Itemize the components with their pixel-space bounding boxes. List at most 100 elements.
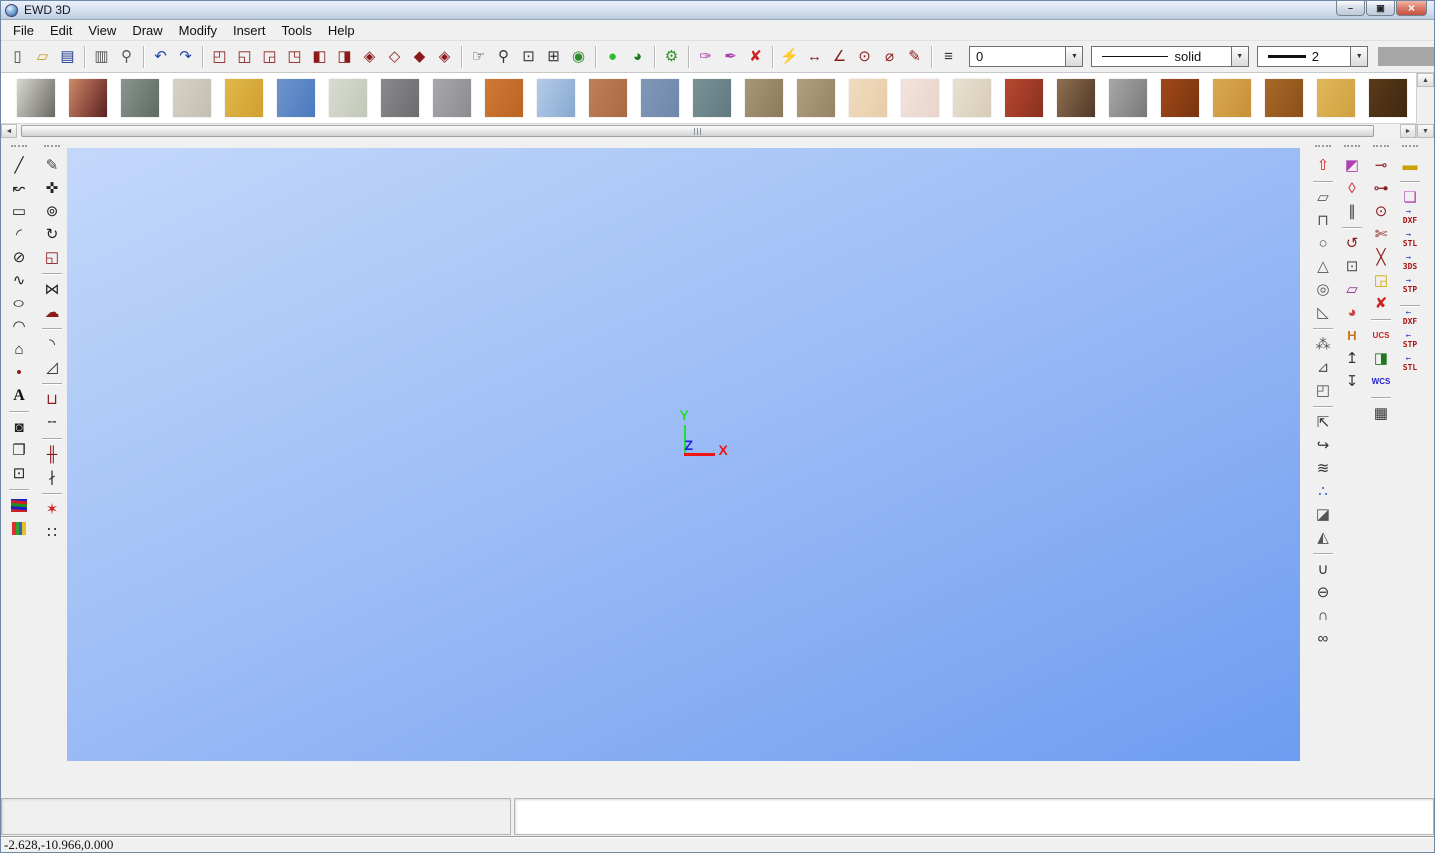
boolean-interfere-button[interactable]: ∞ xyxy=(1311,627,1335,650)
import-stp-button[interactable]: STP xyxy=(1398,333,1422,356)
texture-hscrollbar[interactable]: ◄ ► xyxy=(1,123,1416,138)
snap-center-button[interactable]: ⊙ xyxy=(1369,200,1393,223)
draw-text-button[interactable]: A xyxy=(7,384,31,407)
view-bottom-button[interactable]: ◨ xyxy=(332,45,357,69)
copy-object-button[interactable]: ❐ xyxy=(7,439,31,462)
snap-nearest-button[interactable]: ✄ xyxy=(1369,223,1393,246)
solid-pyramid-button[interactable]: ⊿ xyxy=(1311,356,1335,379)
menu-insert[interactable]: Insert xyxy=(225,21,274,40)
toolbar-grip[interactable] xyxy=(44,145,60,149)
measure-ruler-button[interactable]: ▬ xyxy=(1398,154,1422,177)
undo-button[interactable]: ↶ xyxy=(148,45,173,69)
scale-button[interactable]: ◱ xyxy=(40,246,64,269)
texture-light-oak[interactable] xyxy=(1213,79,1251,117)
draw-rectangle-button[interactable]: ▭ xyxy=(7,200,31,223)
layer-combo-dropdown-icon[interactable]: ▼ xyxy=(1065,47,1082,66)
solid-cylinder-button[interactable]: ⊓ xyxy=(1311,209,1335,232)
layers-button[interactable]: ≡ xyxy=(936,45,961,69)
solid-wedge-button[interactable]: ◺ xyxy=(1311,301,1335,324)
view-front-button[interactable]: ◈ xyxy=(357,45,382,69)
snap-boolean-button[interactable]: ◲ xyxy=(1369,269,1393,292)
scroll-left-icon[interactable]: ◄ xyxy=(1,124,17,138)
viewport-3d[interactable]: Y X Z xyxy=(67,148,1300,761)
texture-linen[interactable] xyxy=(173,79,211,117)
toolbar-grip[interactable] xyxy=(1373,145,1389,149)
texture-walnut-planks[interactable] xyxy=(1369,79,1407,117)
dim-linear-button[interactable]: ↔ xyxy=(802,45,827,69)
zoom-extents-button[interactable]: ⊞ xyxy=(541,45,566,69)
texture-copper[interactable] xyxy=(69,79,107,117)
solid-sphere-button[interactable]: ○ xyxy=(1311,232,1335,255)
scroll-right-icon[interactable]: ► xyxy=(1400,124,1416,138)
view-iso-nw-button[interactable]: ◳ xyxy=(282,45,307,69)
folder-export-button[interactable]: ↥ xyxy=(1340,347,1364,370)
save-file-button[interactable]: ▤ xyxy=(55,45,80,69)
select-window-button[interactable]: ⊡ xyxy=(7,462,31,485)
extrude-pull-button[interactable]: ⇧ xyxy=(1311,154,1335,177)
texture-granite-light[interactable] xyxy=(433,79,471,117)
texture-tan-weave[interactable] xyxy=(745,79,783,117)
texture-teal-weave[interactable] xyxy=(693,79,731,117)
toolbar-grip[interactable] xyxy=(11,145,27,149)
texture-terracotta[interactable] xyxy=(485,79,523,117)
polysolid-button[interactable]: ∴ xyxy=(1311,480,1335,503)
draw-point-button[interactable]: • xyxy=(7,361,31,384)
scroll-down-icon[interactable]: ▼ xyxy=(1417,124,1434,138)
texture-granite-dark[interactable] xyxy=(381,79,419,117)
snap-off-button[interactable]: ✘ xyxy=(1369,292,1393,315)
dimension-style-button[interactable]: ⊔ xyxy=(40,388,64,411)
select-pointer-button[interactable]: ☞ xyxy=(466,45,491,69)
menu-tools[interactable]: Tools xyxy=(273,21,319,40)
menu-edit[interactable]: Edit xyxy=(42,21,80,40)
erase-button[interactable]: ✎ xyxy=(40,154,64,177)
menu-view[interactable]: View xyxy=(80,21,124,40)
texture-pink-marble[interactable] xyxy=(901,79,939,117)
texture-blue-marble[interactable] xyxy=(537,79,575,117)
render-smooth-button[interactable]: ● xyxy=(600,45,625,69)
material-copy-button[interactable]: ✒ xyxy=(718,45,743,69)
toolbar-grip[interactable] xyxy=(1402,145,1418,149)
hatch-button[interactable] xyxy=(7,494,31,517)
texture-clay-marble[interactable] xyxy=(589,79,627,117)
texture-medium-wood[interactable] xyxy=(1265,79,1303,117)
print-preview-button[interactable]: ⚲ xyxy=(114,45,139,69)
texture-red-brick[interactable] xyxy=(1005,79,1043,117)
texture-blue-gray-stone[interactable] xyxy=(641,79,679,117)
texture-pale-wood[interactable] xyxy=(1317,79,1355,117)
orbit-button[interactable]: ◉ xyxy=(566,45,591,69)
draw-polygon-button[interactable]: ⌂ xyxy=(7,338,31,361)
view-top-button[interactable]: ◧ xyxy=(307,45,332,69)
render-shaded-button[interactable]: ◕ xyxy=(625,45,650,69)
solid-torus-button[interactable]: ◎ xyxy=(1311,278,1335,301)
zoom-window-button[interactable]: ⊡ xyxy=(516,45,541,69)
menu-file[interactable]: File xyxy=(5,21,42,40)
texture-blue-paint[interactable] xyxy=(277,79,315,117)
grid-settings-button[interactable]: ▦ xyxy=(1369,402,1393,425)
texture-hscroll-thumb[interactable] xyxy=(21,125,1374,137)
fillet-button[interactable]: ◝ xyxy=(40,333,64,356)
draw-arc-button[interactable]: ◜ xyxy=(7,223,31,246)
solid-mesh-button[interactable]: ⁂ xyxy=(1311,333,1335,356)
mesh-surface-button[interactable]: ◊ xyxy=(1340,177,1364,200)
draw-line-button[interactable]: ╱ xyxy=(7,154,31,177)
mirror-button[interactable]: ⋈ xyxy=(40,278,64,301)
insert-image-button[interactable]: ◙ xyxy=(7,416,31,439)
restore-button[interactable]: ▣ xyxy=(1366,1,1395,16)
material-disk-button[interactable]: ◨ xyxy=(1369,347,1393,370)
dim-quick-button[interactable]: ⚡ xyxy=(777,45,802,69)
draw-spline-button[interactable]: ∿ xyxy=(7,269,31,292)
dim-edit-button[interactable]: ✎ xyxy=(902,45,927,69)
render-scene-axes-button[interactable]: ⚙ xyxy=(659,45,684,69)
chamfer-edge-button[interactable]: ◪ xyxy=(1311,503,1335,526)
folder-import-button[interactable]: ↧ xyxy=(1340,370,1364,393)
texture-gold[interactable] xyxy=(225,79,263,117)
view-iso-se-button[interactable]: ◱ xyxy=(232,45,257,69)
linewidth-combo[interactable]: 2 ▼ xyxy=(1257,46,1369,67)
face-material-button[interactable]: ◩ xyxy=(1340,154,1364,177)
snap-intersection-button[interactable]: ╳ xyxy=(1369,246,1393,269)
snap-endpoint-button[interactable]: ⊸ xyxy=(1369,154,1393,177)
snap-midpoint-button[interactable]: ⊶ xyxy=(1369,177,1393,200)
break-button[interactable]: ∤ xyxy=(40,466,64,489)
mirror-3d-button[interactable]: ∥ xyxy=(1340,200,1364,223)
texture-terrazzo[interactable] xyxy=(329,79,367,117)
